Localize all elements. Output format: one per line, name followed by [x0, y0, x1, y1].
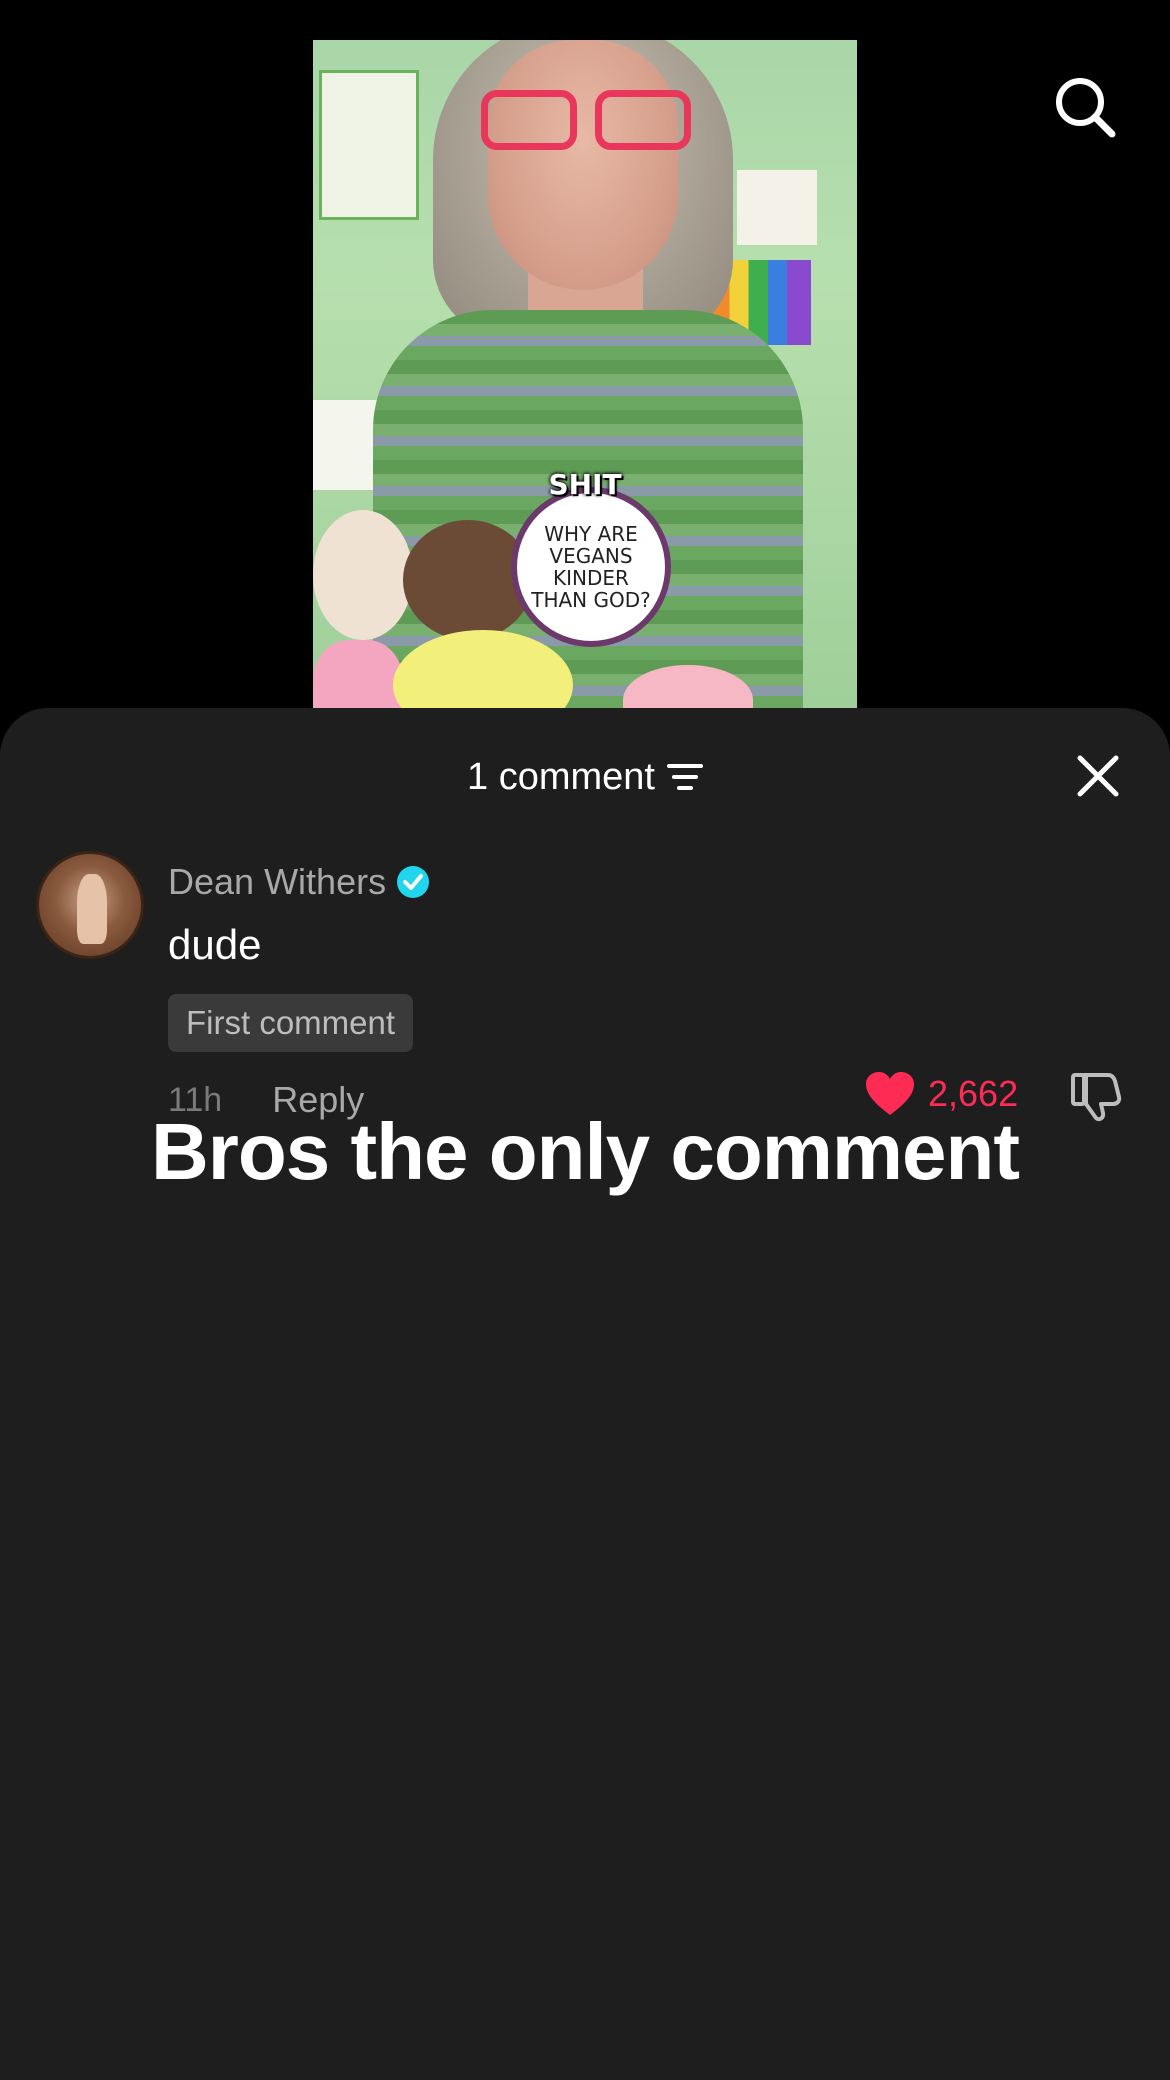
person-face: [488, 40, 678, 290]
avatar[interactable]: [36, 851, 144, 959]
plush-toy: [313, 510, 413, 640]
video-player[interactable]: WHY ARE VEGANS KINDER THAN GOD? SHIT: [313, 40, 857, 720]
search-button[interactable]: [1050, 72, 1120, 142]
overlay-caption: Bros the only comment: [150, 1107, 1020, 1196]
comments-sheet: 1 comment Dean Withers dude First commen…: [0, 708, 1170, 2080]
screen: WHY ARE VEGANS KINDER THAN GOD? SHIT 1 c…: [0, 0, 1170, 2080]
author-name[interactable]: Dean Withers: [168, 861, 386, 903]
sort-icon[interactable]: [666, 762, 703, 792]
comment-count: 1 comment: [467, 755, 655, 798]
close-icon: [1077, 755, 1119, 797]
wall-sign: [737, 170, 817, 245]
verified-icon: [396, 865, 430, 899]
necklace-badge: WHY ARE VEGANS KINDER THAN GOD?: [511, 487, 671, 647]
video-caption: SHIT: [548, 468, 622, 501]
search-icon: [1056, 78, 1116, 138]
comment-text: dude: [168, 921, 262, 968]
close-button[interactable]: [1068, 746, 1128, 806]
comment-item: Dean Withers dude First comment 11h Repl…: [36, 851, 1136, 1122]
comments-header: 1 comment: [0, 742, 1170, 812]
glasses: [481, 90, 691, 152]
author-row: Dean Withers: [168, 861, 430, 903]
first-comment-badge: First comment: [168, 994, 414, 1052]
wall-poster: [319, 70, 419, 220]
